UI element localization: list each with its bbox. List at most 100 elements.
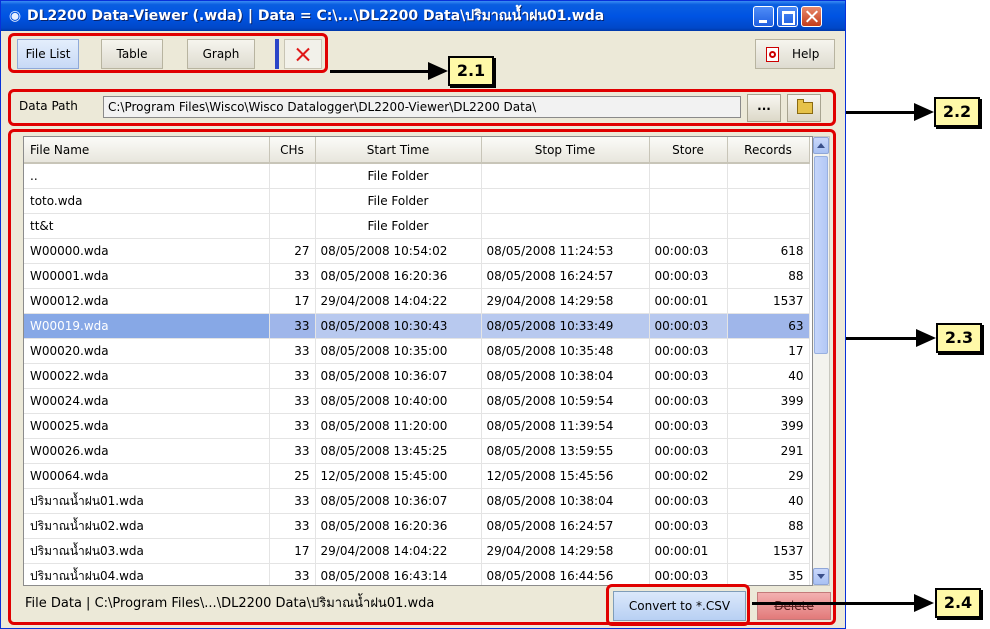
cell-records: 618 — [727, 238, 810, 264]
cell-chs: 17 — [269, 288, 316, 314]
close-file-button[interactable] — [284, 39, 322, 69]
cell-stop-time: 08/05/2008 10:33:49 — [481, 313, 650, 339]
toolbar-separator — [275, 39, 279, 69]
cell-file-name: ปริมาณน้ำฝน01.wda — [24, 488, 270, 514]
cell-chs: 27 — [269, 238, 316, 264]
cell-stop-time: 08/05/2008 10:38:04 — [481, 363, 650, 389]
table-row[interactable]: ปริมาณน้ำฝน01.wda 33 08/05/2008 10:36:07 08… — [24, 488, 810, 514]
cell-store: 00:00:03 — [649, 338, 728, 364]
table-row[interactable]: tt&t File Folder — [24, 213, 810, 239]
cell-start-time: 08/05/2008 16:43:14 — [315, 563, 482, 585]
cell-chs: 33 — [269, 563, 316, 585]
column-header-records[interactable]: Records — [727, 137, 810, 164]
callout-2-1: 2.1 — [448, 56, 494, 86]
cell-file-name: W00019.wda — [24, 313, 270, 339]
cell-records: 17 — [727, 338, 810, 364]
cell-chs: 33 — [269, 363, 316, 389]
cell-records: 40 — [727, 488, 810, 514]
cell-stop-time: 08/05/2008 11:39:54 — [481, 413, 650, 439]
scroll-down-arrow-icon[interactable] — [813, 568, 829, 585]
data-path-field[interactable]: C:\Program Files\Wisco\Wisco Datalogger\… — [103, 96, 741, 118]
callout-2-3: 2.3 — [936, 323, 982, 353]
cell-chs: 33 — [269, 413, 316, 439]
table-row[interactable]: W00012.wda 17 29/04/2008 14:04:22 29/04/200… — [24, 288, 810, 314]
cell-records: 88 — [727, 263, 810, 289]
cell-file-name: ปริมาณน้ำฝน04.wda — [24, 563, 270, 585]
cell-stop-time: 08/05/2008 10:35:48 — [481, 338, 650, 364]
cell-start-time: 08/05/2008 11:20:00 — [315, 413, 482, 439]
close-window-button[interactable] — [801, 6, 822, 27]
table-row[interactable]: toto.wda File Folder — [24, 188, 810, 214]
table-row[interactable]: W00019.wda 33 08/05/2008 10:30:43 08/05/200… — [24, 313, 810, 339]
cell-records: 40 — [727, 363, 810, 389]
cell-chs: 33 — [269, 513, 316, 539]
tab-graph[interactable]: Graph — [187, 39, 255, 69]
cell-store: 00:00:03 — [649, 363, 728, 389]
table-row[interactable]: W00000.wda 27 08/05/2008 10:54:02 08/05/200… — [24, 238, 810, 264]
scroll-thumb[interactable] — [814, 156, 828, 354]
delete-button[interactable]: Delete — [757, 592, 831, 620]
column-header-store[interactable]: Store — [649, 137, 728, 164]
cell-store: 00:00:01 — [649, 288, 728, 314]
cell-file-name: .. — [24, 163, 270, 189]
status-file-path: File Data | C:\Program Files\...\DL2200 … — [25, 596, 435, 611]
table-row[interactable]: W00020.wda 33 08/05/2008 10:35:00 08/05/200… — [24, 338, 810, 364]
vertical-scrollbar[interactable] — [813, 136, 830, 586]
cell-records: 399 — [727, 388, 810, 414]
app-window: ◉ DL2200 Data-Viewer (.wda) | Data = C:\… — [0, 0, 846, 629]
tab-file-list[interactable]: File List — [17, 39, 79, 69]
title-bar[interactable]: ◉ DL2200 Data-Viewer (.wda) | Data = C:\… — [1, 1, 845, 31]
convert-csv-button[interactable]: Convert to *.CSV — [613, 591, 746, 621]
cell-stop-time — [481, 213, 650, 239]
cell-records: 29 — [727, 463, 810, 489]
callout-2-2: 2.2 — [934, 97, 980, 127]
cell-store: 00:00:03 — [649, 513, 728, 539]
file-table: File Name CHs Start Time Stop Time Store… — [23, 136, 813, 586]
column-header-stop-time[interactable]: Stop Time — [481, 137, 650, 164]
scroll-up-arrow-icon[interactable] — [813, 137, 829, 154]
maximize-button[interactable] — [777, 6, 798, 27]
table-row[interactable]: ปริมาณน้ำฝน02.wda 33 08/05/2008 16:20:36 08… — [24, 513, 810, 539]
cell-chs: 33 — [269, 338, 316, 364]
cell-start-time: File Folder — [315, 188, 482, 214]
tab-table[interactable]: Table — [101, 39, 163, 69]
cell-start-time: 08/05/2008 10:36:07 — [315, 363, 482, 389]
cell-store: 00:00:03 — [649, 313, 728, 339]
arrow-2-4-line — [752, 602, 916, 605]
table-row[interactable]: W00025.wda 33 08/05/2008 11:20:00 08/05/200… — [24, 413, 810, 439]
table-row[interactable]: W00064.wda 25 12/05/2008 15:45:00 12/05/200… — [24, 463, 810, 489]
table-row[interactable]: W00022.wda 33 08/05/2008 10:36:07 08/05/200… — [24, 363, 810, 389]
cell-file-name: W00025.wda — [24, 413, 270, 439]
browse-button[interactable]: ... — [747, 94, 781, 122]
table-row[interactable]: .. File Folder — [24, 163, 810, 189]
cell-start-time: 08/05/2008 10:54:02 — [315, 238, 482, 264]
cell-stop-time: 29/04/2008 14:29:58 — [481, 538, 650, 564]
cell-chs: 33 — [269, 488, 316, 514]
cell-stop-time: 29/04/2008 14:29:58 — [481, 288, 650, 314]
cell-records: 1537 — [727, 538, 810, 564]
cell-chs: 25 — [269, 463, 316, 489]
column-header-start-time[interactable]: Start Time — [315, 137, 482, 164]
cell-file-name: tt&t — [24, 213, 270, 239]
table-header-row: File Name CHs Start Time Stop Time Store… — [24, 137, 810, 164]
column-header-chs[interactable]: CHs — [269, 137, 316, 164]
table-row[interactable]: W00024.wda 33 08/05/2008 10:40:00 08/05/200… — [24, 388, 810, 414]
table-row[interactable]: ปริมาณน้ำฝน04.wda 33 08/05/2008 16:43:14 08… — [24, 563, 810, 585]
help-button[interactable]: Help — [755, 39, 835, 69]
minimize-button[interactable] — [753, 6, 774, 27]
cell-start-time: 29/04/2008 14:04:22 — [315, 288, 482, 314]
table-row[interactable]: W00001.wda 33 08/05/2008 16:20:36 08/05/200… — [24, 263, 810, 289]
cell-start-time: File Folder — [315, 213, 482, 239]
cell-store: 00:00:03 — [649, 238, 728, 264]
cell-store: 00:00:03 — [649, 488, 728, 514]
open-folder-button[interactable] — [787, 94, 821, 122]
cell-store: 00:00:03 — [649, 388, 728, 414]
column-header-file-name[interactable]: File Name — [24, 137, 270, 164]
cell-stop-time: 12/05/2008 15:45:56 — [481, 463, 650, 489]
cell-records: 63 — [727, 313, 810, 339]
table-row[interactable]: ปริมาณน้ำฝน03.wda 17 29/04/2008 14:04:22 29… — [24, 538, 810, 564]
cell-store: 00:00:02 — [649, 463, 728, 489]
pdf-icon — [766, 47, 779, 62]
cell-records: 1537 — [727, 288, 810, 314]
table-row[interactable]: W00026.wda 33 08/05/2008 13:45:25 08/05/200… — [24, 438, 810, 464]
